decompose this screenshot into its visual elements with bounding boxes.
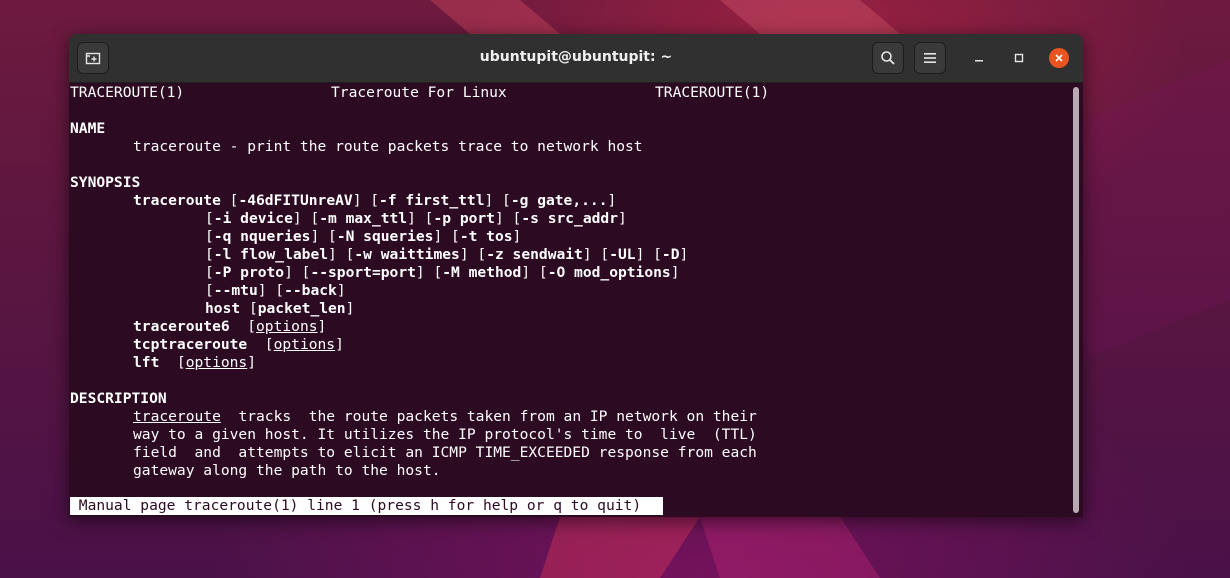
- man-header-center: Traceroute For Linux: [331, 84, 507, 101]
- terminal-content[interactable]: TRACEROUTE(1) Traceroute For Linux TRACE…: [69, 83, 1069, 517]
- description-line-1: traceroute tracks the route packets take…: [133, 408, 757, 425]
- synopsis-line-6: [--mtu] [--back]: [205, 282, 346, 299]
- synopsis-line-7: host [packet_len]: [205, 300, 355, 317]
- description-line-3: field and attempts to elicit an ICMP TIM…: [133, 444, 757, 461]
- synopsis-line-2: [-i device] [-m max_ttl] [-p port] [-s s…: [205, 210, 627, 227]
- scrollbar-thumb[interactable]: [1073, 87, 1079, 513]
- maximize-icon: [1014, 53, 1024, 63]
- name-text: traceroute - print the route packets tra…: [133, 138, 643, 155]
- close-icon: [1055, 54, 1063, 62]
- title-bar[interactable]: ubuntupit@ubuntupit: ~: [69, 34, 1083, 83]
- synopsis-alt-tcptraceroute: tcptraceroute [options]: [133, 336, 344, 353]
- maximize-button[interactable]: [1009, 48, 1029, 68]
- synopsis-line-3: [-q nqueries] [-N squeries] [-t tos]: [205, 228, 522, 245]
- synopsis-heading: SYNOPSIS: [70, 174, 141, 191]
- search-icon: [881, 51, 895, 65]
- minimize-button[interactable]: [969, 48, 989, 68]
- synopsis-alt-lft: lft [options]: [133, 354, 257, 371]
- hamburger-menu-icon: [924, 53, 936, 63]
- synopsis-line-1: traceroute [-46dFITUnreAV] [-f first_ttl…: [133, 192, 617, 209]
- close-button[interactable]: [1049, 48, 1069, 68]
- minimize-icon: [975, 60, 983, 62]
- menu-button[interactable]: [914, 42, 946, 74]
- terminal-window: ubuntupit@ubuntupit: ~ TRACEROUTE(1) Tra…: [69, 34, 1083, 517]
- name-heading: NAME: [70, 120, 106, 137]
- description-heading: DESCRIPTION: [70, 390, 167, 407]
- description-line-4: gateway along the path to the host.: [133, 462, 441, 479]
- synopsis-alt-traceroute6: traceroute6 [options]: [133, 318, 327, 335]
- scrollbar[interactable]: [1069, 83, 1083, 517]
- search-button[interactable]: [872, 42, 904, 74]
- synopsis-line-5: [-P proto] [--sport=port] [-M method] [-…: [205, 264, 680, 281]
- pager-status-line: Manual page traceroute(1) line 1 (press …: [70, 497, 663, 515]
- man-header-right: TRACEROUTE(1): [655, 84, 770, 101]
- description-line-2: way to a given host. It utilizes the IP …: [133, 426, 757, 443]
- synopsis-line-4: [-l flow_label] [-w waittimes] [-z sendw…: [205, 246, 689, 263]
- man-header-left: TRACEROUTE(1): [70, 84, 185, 101]
